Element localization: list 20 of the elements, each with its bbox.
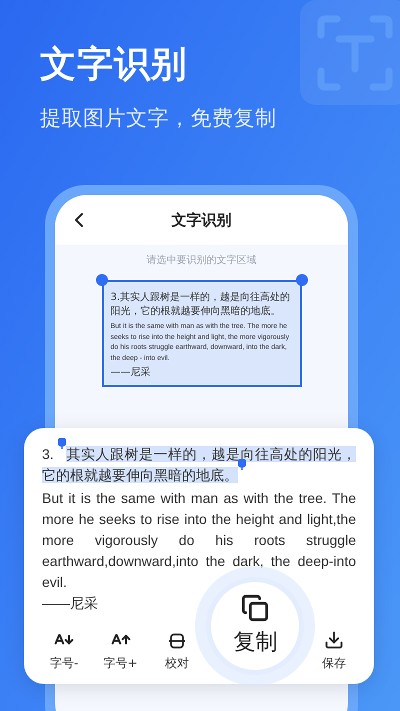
selection-corner-handle[interactable] [96,274,108,286]
download-icon [324,630,344,650]
toolbar-button[interactable]: 校对 [154,632,199,672]
selection-corner-handle[interactable] [296,274,308,286]
screen-title: 文字识别 [172,210,232,231]
copy-icon [241,594,270,622]
copy-button[interactable]: 复制 [211,582,300,670]
headline: 文字识别 [40,43,189,87]
selection-handle-icon[interactable] [58,438,66,449]
text-scan-frame-icon [300,0,400,105]
document-author: ——尼采 [110,367,152,379]
document-chinese-text: 3.其实人跟树是一样的，越是向往高处的阳光，它的根就越要伸向黑暗的地底。 [110,291,292,319]
toolbar-button[interactable]: 字号- [42,630,86,672]
selection-handle-icon[interactable] [238,459,246,470]
proofread-icon [168,632,186,650]
subtitle: 提取图片文字，免费复制 [40,105,278,132]
toolbar-button[interactable]: 字号+ [98,630,143,672]
selection-box[interactable] [102,280,302,387]
toolbar-button[interactable]: 保存 [312,630,356,672]
selection-hint: 请选中要识别的文字区域 [146,254,256,268]
